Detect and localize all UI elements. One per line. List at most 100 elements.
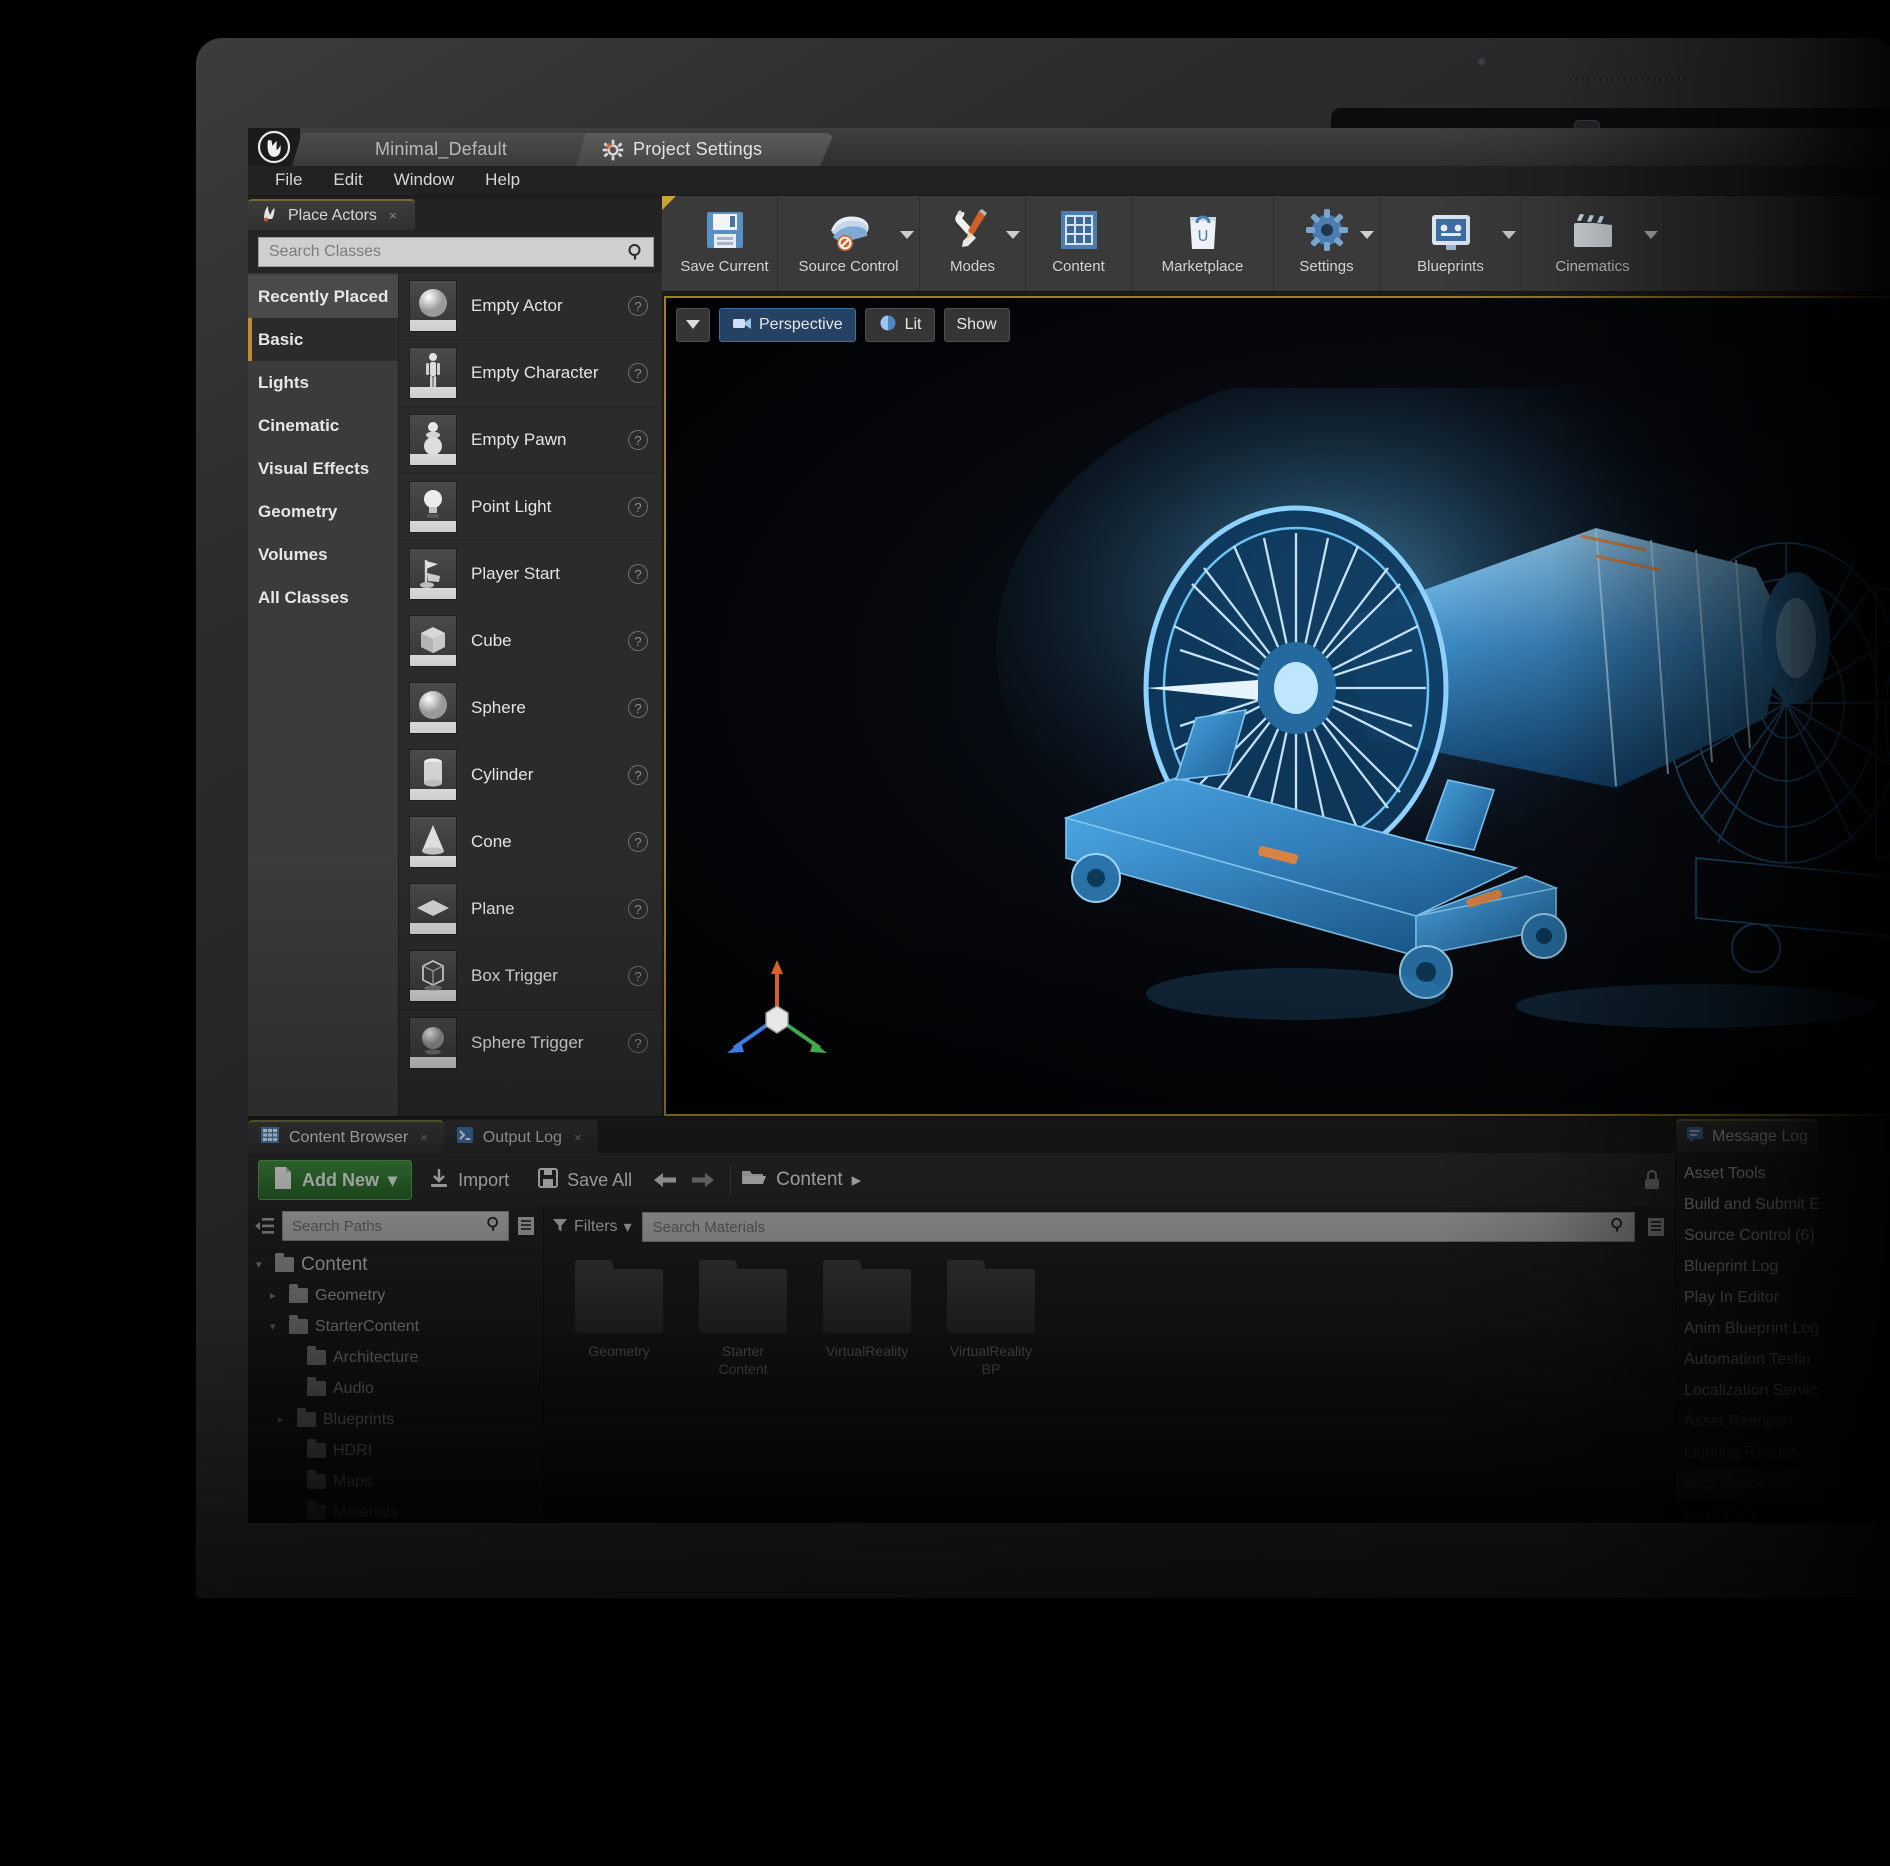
actor-item-plane[interactable]: Plane ? [399, 876, 662, 943]
search-materials-input[interactable]: Search Materials [641, 1212, 1635, 1242]
chevron-down-icon[interactable] [1644, 231, 1658, 239]
twisty-icon[interactable]: ▸ [270, 1289, 282, 1302]
asset-item-virtualreality[interactable]: VirtualReality [820, 1260, 914, 1361]
viewport-perspective-button[interactable]: Perspective [719, 308, 856, 342]
menu-edit[interactable]: Edit [320, 167, 380, 194]
tree-node-blueprints[interactable]: ▸ Blueprints [248, 1404, 543, 1435]
help-icon[interactable]: ? [628, 899, 648, 919]
save-all-button[interactable]: Save All [525, 1160, 644, 1200]
toolbar-marketplace[interactable]: U Marketplace [1132, 196, 1274, 291]
menu-file[interactable]: File [262, 167, 320, 194]
chevron-down-icon[interactable] [1360, 231, 1374, 239]
message-log-item-play-in-editor[interactable]: Play In Editor [1676, 1282, 1890, 1313]
message-log-item-automation-testing[interactable]: Automation Testin [1676, 1344, 1890, 1375]
message-log-item-blueprint-log[interactable]: Blueprint Log [1676, 1251, 1890, 1282]
chevron-down-icon[interactable] [1006, 231, 1020, 239]
category-all-classes[interactable]: All Classes [248, 576, 398, 619]
actor-item-cylinder[interactable]: Cylinder ? [399, 742, 662, 809]
collapse-tree-icon[interactable] [254, 1215, 276, 1237]
actor-item-sphere-trigger[interactable]: Sphere Trigger ? [399, 1010, 662, 1077]
tree-node-audio[interactable]: Audio [248, 1373, 543, 1404]
viewport-options-button[interactable] [676, 308, 710, 342]
chevron-down-icon[interactable] [900, 231, 914, 239]
message-log-item-lighting-results[interactable]: Lighting Results [1676, 1437, 1890, 1468]
twisty-icon[interactable]: ▾ [256, 1258, 268, 1271]
toolbar-content[interactable]: Content [1026, 196, 1132, 291]
add-new-button[interactable]: Add New ▾ [258, 1160, 413, 1200]
help-icon[interactable]: ? [628, 966, 648, 986]
toolbar-save-current[interactable]: Save Current [672, 196, 778, 291]
import-button[interactable]: Import [416, 1160, 521, 1200]
actor-item-sphere[interactable]: Sphere ? [399, 675, 662, 742]
help-icon[interactable]: ? [628, 765, 648, 785]
actor-item-empty-character[interactable]: Empty Character ? [399, 340, 662, 407]
twisty-icon[interactable]: ▸ [278, 1413, 290, 1426]
tab-content-browser[interactable]: Content Browser × [248, 1120, 444, 1153]
search-paths-input[interactable]: Search Paths [282, 1211, 509, 1241]
asset-item-virtualreality-bp[interactable]: VirtualReality BP [944, 1260, 1038, 1378]
actor-item-box-trigger[interactable]: Box Trigger ? [399, 943, 662, 1010]
actor-item-cone[interactable]: Cone ? [399, 809, 662, 876]
category-lights[interactable]: Lights [248, 361, 398, 404]
tab-output-log[interactable]: Output Log × [443, 1120, 598, 1153]
window-tab-project-settings[interactable]: Project Settings [576, 133, 834, 166]
chevron-down-icon[interactable] [1502, 231, 1516, 239]
help-icon[interactable]: ? [628, 631, 648, 651]
asset-item-starter-content[interactable]: Starter Content [696, 1260, 790, 1378]
toolbar-source-control[interactable]: Source Control [778, 196, 920, 291]
actor-item-empty-pawn[interactable]: Empty Pawn ? [399, 407, 662, 474]
nav-forward-button[interactable] [686, 1163, 720, 1197]
category-basic[interactable]: Basic [248, 318, 398, 361]
message-log-item-localization-service[interactable]: Localization Servic [1676, 1375, 1890, 1406]
message-log-item-asset-reimport[interactable]: Asset Reimport [1676, 1406, 1890, 1437]
category-recently-placed[interactable]: Recently Placed [248, 275, 398, 318]
tab-message-log[interactable]: Message Log [1676, 1119, 1819, 1152]
nav-back-button[interactable] [648, 1163, 682, 1197]
toolbar-modes[interactable]: Modes [920, 196, 1026, 291]
help-icon[interactable]: ? [628, 1033, 648, 1053]
tab-place-actors[interactable]: Place Actors × [248, 199, 415, 230]
category-cinematic[interactable]: Cinematic [248, 404, 398, 447]
message-log-item-map-check[interactable]: Map Check [1676, 1468, 1890, 1499]
view-options-icon[interactable] [1645, 1216, 1667, 1238]
message-log-item-load-errors[interactable]: Load Errors [1676, 1499, 1890, 1523]
search-classes-input[interactable]: Search Classes [258, 237, 654, 267]
close-icon[interactable]: × [420, 1130, 428, 1145]
menu-help[interactable]: Help [472, 167, 538, 194]
help-icon[interactable]: ? [628, 564, 648, 584]
tree-node-maps[interactable]: Maps [248, 1466, 543, 1497]
breadcrumb-root[interactable]: Content [776, 1169, 843, 1191]
tree-node-startercontent[interactable]: ▾ StarterContent [248, 1311, 543, 1342]
category-visual-effects[interactable]: Visual Effects [248, 447, 398, 490]
actor-item-cube[interactable]: Cube ? [399, 608, 662, 675]
message-log-item-build-and-submit[interactable]: Build and Submit E [1676, 1189, 1890, 1220]
toolbar-settings[interactable]: Settings [1274, 196, 1380, 291]
viewport-lit-button[interactable]: Lit [864, 308, 935, 342]
list-options-icon[interactable] [515, 1215, 537, 1237]
toolbar-cinematics[interactable]: Cinematics [1522, 196, 1664, 291]
help-icon[interactable]: ? [628, 698, 648, 718]
close-icon[interactable]: × [574, 1130, 582, 1145]
actor-item-point-light[interactable]: Point Light ? [399, 474, 662, 541]
message-log-item-asset-tools[interactable]: Asset Tools [1676, 1158, 1890, 1189]
actor-item-empty-actor[interactable]: Empty Actor ? [399, 273, 662, 340]
help-icon[interactable]: ? [628, 296, 648, 316]
viewport-show-button[interactable]: Show [943, 308, 1010, 342]
actor-item-player-start[interactable]: Player Start ? [399, 541, 662, 608]
tree-node-materials[interactable]: Materials [248, 1497, 543, 1523]
category-geometry[interactable]: Geometry [248, 490, 398, 533]
close-icon[interactable]: × [389, 208, 397, 223]
toolbar-blueprints[interactable]: Blueprints [1380, 196, 1522, 291]
unreal-engine-logo-icon[interactable] [248, 128, 300, 166]
menu-window[interactable]: Window [381, 167, 472, 194]
help-icon[interactable]: ? [628, 430, 648, 450]
help-icon[interactable]: ? [628, 832, 648, 852]
breadcrumb[interactable]: Content ▸ [741, 1167, 861, 1193]
level-viewport[interactable]: Perspective Lit Show [664, 296, 1890, 1116]
help-icon[interactable]: ? [628, 363, 648, 383]
window-tab-minimal-default[interactable]: Minimal_Default [292, 133, 594, 166]
asset-item-geometry[interactable]: Geometry [572, 1260, 666, 1361]
category-volumes[interactable]: Volumes [248, 533, 398, 576]
message-log-item-anim-blueprint-log[interactable]: Anim Blueprint Log [1676, 1313, 1890, 1344]
tree-node-geometry[interactable]: ▸ Geometry [248, 1280, 543, 1311]
